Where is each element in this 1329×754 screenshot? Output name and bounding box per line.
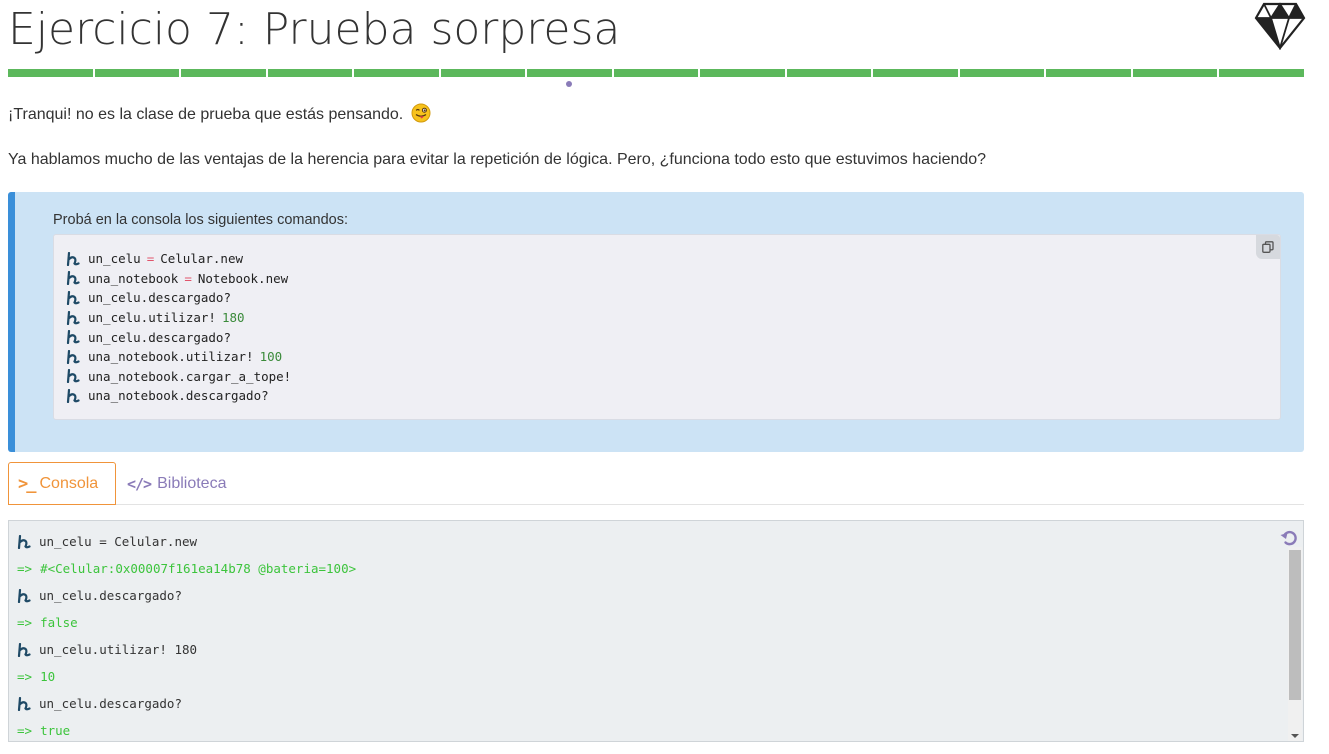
intro-paragraph-2: Ya hablamos mucho de las ventajas de la … xyxy=(8,151,987,168)
code-line: un_celu.descargado? xyxy=(66,327,1280,347)
progress-segment[interactable] xyxy=(527,69,612,77)
console-input-line: un_celu.utilizar! 180 xyxy=(17,636,356,663)
intro-paragraph-1: ¡Tranqui! no es la clase de prueba que e… xyxy=(8,103,431,124)
progress-segment[interactable] xyxy=(1132,69,1218,77)
console-text: 10 xyxy=(40,669,56,684)
scroll-down-arrow-icon[interactable] xyxy=(1291,734,1299,738)
code-line: un_celu.utilizar! 180 xyxy=(66,308,1280,328)
console-text: un_celu.utilizar! 180 xyxy=(39,642,198,657)
console-output-line: => true xyxy=(17,717,356,741)
console-input-line: un_celu = Celular.new xyxy=(17,528,356,555)
ruby-console[interactable]: un_celu = Celular.new => #<Celular:0x00007… xyxy=(8,520,1304,742)
scrollbar-thumb[interactable] xyxy=(1289,550,1301,700)
console-text: un_celu.descargado? xyxy=(39,696,182,711)
code-line: un_celu.descargado? xyxy=(66,288,1280,308)
console-text: un_celu = Celular.new xyxy=(39,534,198,549)
tab-library-label: Biblioteca xyxy=(157,474,227,492)
console-output-line: => false xyxy=(17,609,356,636)
prompt-icon xyxy=(17,588,31,603)
code-text: un_celu.descargado? xyxy=(88,290,231,306)
copy-button[interactable] xyxy=(1256,235,1280,259)
code-operator: = xyxy=(146,251,155,267)
progress-segment[interactable] xyxy=(181,69,266,77)
console-text: false xyxy=(40,615,78,630)
prompt-icon xyxy=(66,290,80,305)
code-line: un_celu = Celular.new xyxy=(66,249,1280,269)
console-scrollbar[interactable] xyxy=(1288,547,1302,741)
page-title: Ejercicio 7: Prueba sorpresa xyxy=(8,4,621,55)
code-number: 100 xyxy=(259,349,283,365)
result-arrow: => xyxy=(17,669,33,684)
prompt-icon xyxy=(17,642,31,657)
code-text: un_celu.descargado? xyxy=(88,329,231,345)
code-text: una_notebook.descargado? xyxy=(88,388,269,404)
code-number: 180 xyxy=(221,310,245,326)
prompt-icon xyxy=(66,349,80,364)
console-text: #<Celular:0x00007f161ea14b78 @bateria=10… xyxy=(40,561,357,576)
prompt-icon xyxy=(17,534,31,549)
result-arrow: => xyxy=(17,561,33,576)
progress-segment[interactable] xyxy=(959,69,1045,77)
instructions-callout: Probá en la consola los siguientes coman… xyxy=(8,192,1304,452)
progress-segment[interactable] xyxy=(786,69,872,77)
prompt-icon xyxy=(17,696,31,711)
prompt-icon xyxy=(66,369,80,384)
code-line: una_notebook.descargado? xyxy=(66,386,1280,406)
tab-console-label: Consola xyxy=(39,474,99,492)
prompt-icon xyxy=(66,310,80,325)
callout-lead-text: Probá en la consola los siguientes coman… xyxy=(53,212,349,228)
commands-code-block: un_celu = Celular.new una_notebook = Notebook… xyxy=(53,234,1281,420)
code-text: Notebook.new xyxy=(197,270,289,286)
tab-console[interactable]: >_ Consola xyxy=(8,462,116,505)
progress-segment[interactable] xyxy=(873,69,958,77)
reset-icon[interactable] xyxy=(1279,528,1299,548)
progress-segment[interactable] xyxy=(354,69,439,77)
prompt-icon xyxy=(66,271,80,286)
code-line: una_notebook.cargar_a_tope! xyxy=(66,367,1280,387)
console-text: true xyxy=(40,723,71,738)
current-exercise-indicator xyxy=(566,81,572,87)
code-line: una_notebook = Notebook.new xyxy=(66,269,1280,289)
tab-library[interactable]: </> Biblioteca xyxy=(127,462,226,505)
prompt-icon xyxy=(66,388,80,403)
progress-segment[interactable] xyxy=(700,69,785,77)
progress-segment[interactable] xyxy=(1046,69,1131,77)
winking-tongue-emoji-icon xyxy=(411,103,431,123)
progress-segment[interactable] xyxy=(1219,69,1304,77)
progress-segment[interactable] xyxy=(613,69,699,77)
terminal-icon: >_ xyxy=(18,473,37,494)
console-input-line: un_celu.descargado? xyxy=(17,690,356,717)
editor-tabs: >_ Consola </> Biblioteca xyxy=(8,462,1304,505)
intro-text-1: ¡Tranqui! no es la clase de prueba que e… xyxy=(8,106,404,123)
code-text: una_notebook xyxy=(88,270,179,286)
console-text: un_celu.descargado? xyxy=(39,588,182,603)
console-input-line: un_celu.descargado? xyxy=(17,582,356,609)
code-icon: </> xyxy=(127,474,152,493)
prompt-icon xyxy=(66,251,80,266)
progress-segment[interactable] xyxy=(94,69,180,77)
exercise-progress-bar xyxy=(8,69,1304,77)
progress-segment[interactable] xyxy=(8,69,93,77)
progress-segment[interactable] xyxy=(267,69,353,77)
prompt-icon xyxy=(66,330,80,345)
code-text: un_celu.utilizar! xyxy=(88,310,216,326)
progress-segment[interactable] xyxy=(440,69,526,77)
code-text: una_notebook.cargar_a_tope! xyxy=(88,368,292,384)
code-line: una_notebook.utilizar! 100 xyxy=(66,347,1280,367)
code-text: un_celu xyxy=(88,251,141,267)
ruby-logo-icon xyxy=(1254,2,1306,50)
result-arrow: => xyxy=(17,615,33,630)
code-operator: = xyxy=(184,270,192,286)
copy-icon xyxy=(1262,241,1274,253)
console-output-line: => 10 xyxy=(17,663,356,690)
code-text: una_notebook.utilizar! xyxy=(88,349,254,365)
code-text: Celular.new xyxy=(160,251,244,267)
result-arrow: => xyxy=(17,723,33,738)
console-output-line: => #<Celular:0x00007f161ea14b78 @bateria=… xyxy=(17,555,356,582)
